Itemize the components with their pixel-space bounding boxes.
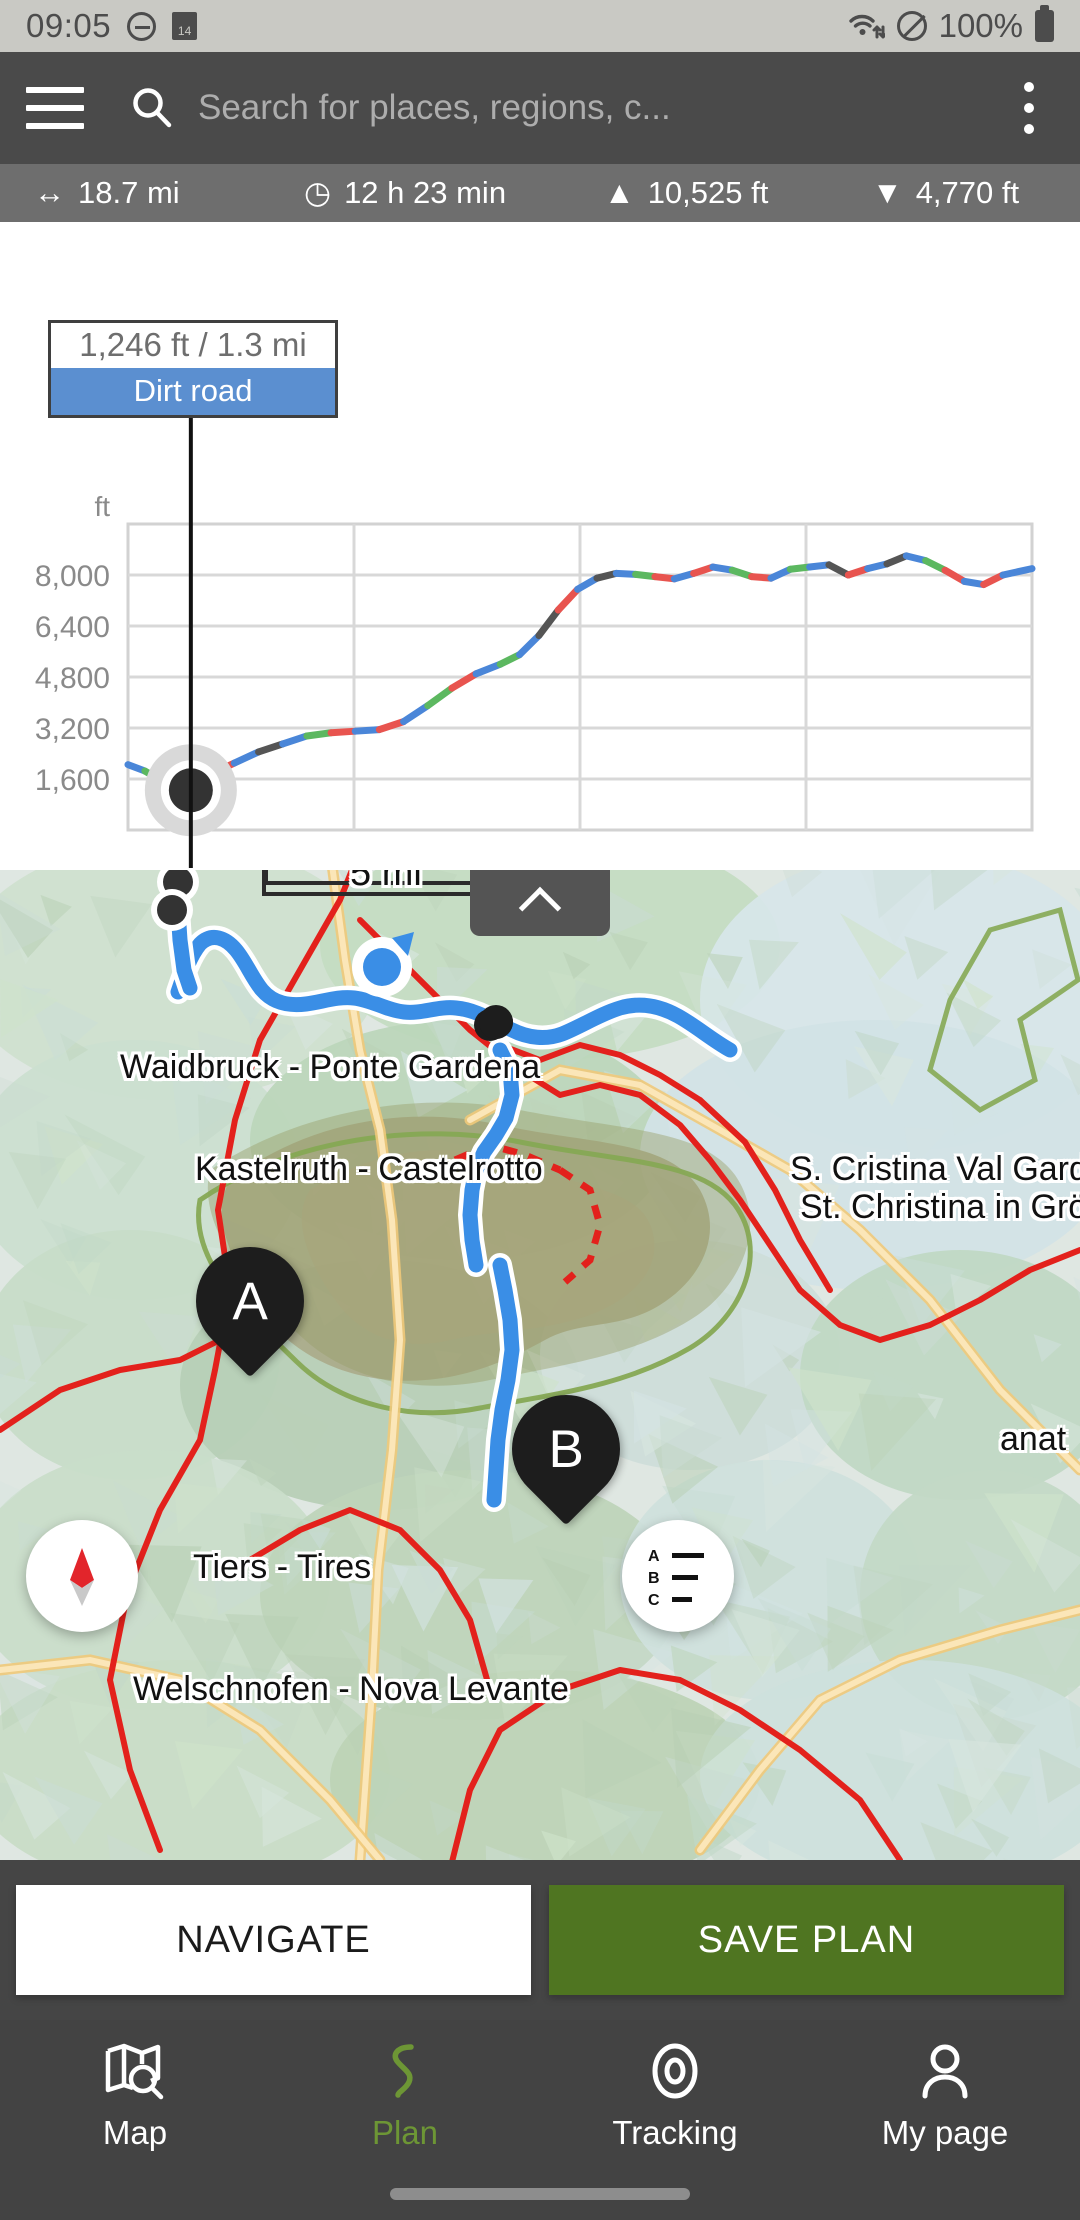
navigate-button[interactable]: NAVIGATE <box>16 1885 531 1995</box>
chevron-up-icon <box>518 886 562 930</box>
tooltip-elevation-distance: 1,246 ft / 1.3 mi <box>79 326 307 363</box>
nav-map[interactable]: Map <box>0 2042 270 2152</box>
elevation-profile-chart[interactable]: 1,246 ft / 1.3 mi Dirt road 1,600 3,200 4,… <box>0 222 1080 870</box>
map-place-label: Waidbruck - Ponte Gardena <box>120 1048 541 1086</box>
stat-descent-value: 4,770 ft <box>915 175 1020 210</box>
route-plan-icon <box>392 2044 414 2098</box>
map-place-label: anat <box>1000 1420 1067 1458</box>
stat-distance: ↔ 18.7 mi <box>34 175 304 211</box>
svg-text:3,200: 3,200 <box>35 713 110 746</box>
kebab-menu-icon[interactable] <box>1004 80 1054 136</box>
compass-icon[interactable] <box>26 1520 138 1632</box>
calendar-icon: 14 <box>172 12 198 40</box>
battery-icon <box>1035 5 1054 42</box>
do-not-disturb-icon <box>127 11 157 41</box>
battery-percent: 100% <box>938 7 1023 44</box>
map-search-icon <box>105 2043 164 2100</box>
waypoint-marker-a[interactable]: A <box>173 1224 327 1378</box>
no-signal-icon <box>896 11 927 41</box>
map-place-label: Tiers - Tires <box>193 1548 372 1586</box>
user-profile-icon <box>922 2044 968 2099</box>
stat-duration: ◷ 12 h 23 min <box>304 175 604 211</box>
map-canvas[interactable] <box>0 870 1080 1860</box>
ascent-icon: ▲ <box>604 175 635 210</box>
hamburger-menu-icon[interactable] <box>26 87 84 129</box>
tooltip-surface-label: Dirt road <box>51 368 335 415</box>
map-place-label: Welschnofen - Nova Levante <box>133 1670 569 1708</box>
nav-tracking[interactable]: Tracking <box>540 2042 810 2152</box>
nav-plan[interactable]: Plan <box>270 2042 540 2152</box>
elevation-tooltip: 1,246 ft / 1.3 mi Dirt road <box>48 320 338 418</box>
status-time: 09:05 <box>26 7 112 44</box>
wifi-icon <box>847 10 885 42</box>
search-input[interactable]: Search for places, regions, c... <box>198 88 671 128</box>
descent-icon: ▼ <box>872 175 903 210</box>
route-stats-bar: ↔ 18.7 mi ◷ 12 h 23 min ▲ 10,525 ft ▼ 4,… <box>0 164 1080 222</box>
waypoint-a-label: A <box>232 1271 268 1331</box>
svg-text:A: A <box>648 1548 660 1565</box>
status-bar: 09:05 14 100% <box>0 0 1080 52</box>
waypoint-marker-b[interactable]: B <box>489 1372 643 1526</box>
nav-map-label: Map <box>102 2114 168 2151</box>
stat-distance-value: 18.7 mi <box>78 175 180 210</box>
stat-descent: ▼ 4,770 ft <box>854 175 1046 211</box>
map-legend-abc-icon[interactable]: A B C <box>622 1520 734 1632</box>
svg-text:B: B <box>648 1570 660 1587</box>
distance-icon: ↔ <box>34 175 65 210</box>
svg-text:8,000: 8,000 <box>35 560 110 593</box>
stat-ascent-value: 10,525 ft <box>647 175 769 210</box>
app-bar: Search for places, regions, c... <box>0 52 1080 164</box>
search-bar[interactable]: Search for places, regions, c... <box>128 84 1004 132</box>
svg-text:ft: ft <box>94 491 110 522</box>
action-bar: NAVIGATE SAVE PLAN <box>0 1860 1080 2020</box>
home-indicator <box>390 2188 690 2200</box>
svg-text:C: C <box>648 1592 660 1607</box>
svg-text:6,400: 6,400 <box>35 611 110 644</box>
nav-my-page-label: My page <box>881 2114 1009 2151</box>
clock-icon: ◷ <box>304 175 332 210</box>
map-place-label: S. Cristina Val Gardena <box>790 1150 1080 1188</box>
waypoint-b-label: B <box>548 1419 584 1479</box>
map-place-label: St. Christina in Gröden <box>800 1188 1080 1226</box>
save-plan-button[interactable]: SAVE PLAN <box>549 1885 1064 1995</box>
svg-text:4,800: 4,800 <box>35 662 110 695</box>
tracking-target-icon <box>652 2043 698 2099</box>
stat-duration-value: 12 h 23 min <box>344 175 507 210</box>
nav-plan-label: Plan <box>371 2114 439 2151</box>
nav-my-page[interactable]: My page <box>810 2042 1080 2152</box>
map-place-label: Kastelruth - Castelrotto <box>195 1150 543 1188</box>
map-view[interactable]: 5 mi Waidbruck - Ponte Gardena Kastelruth… <box>0 870 1080 1860</box>
stat-ascent: ▲ 10,525 ft <box>604 175 854 211</box>
search-icon <box>128 84 176 132</box>
collapse-chart-handle[interactable] <box>470 870 610 936</box>
svg-text:1,600: 1,600 <box>35 764 110 797</box>
nav-tracking-label: Tracking <box>612 2114 738 2151</box>
